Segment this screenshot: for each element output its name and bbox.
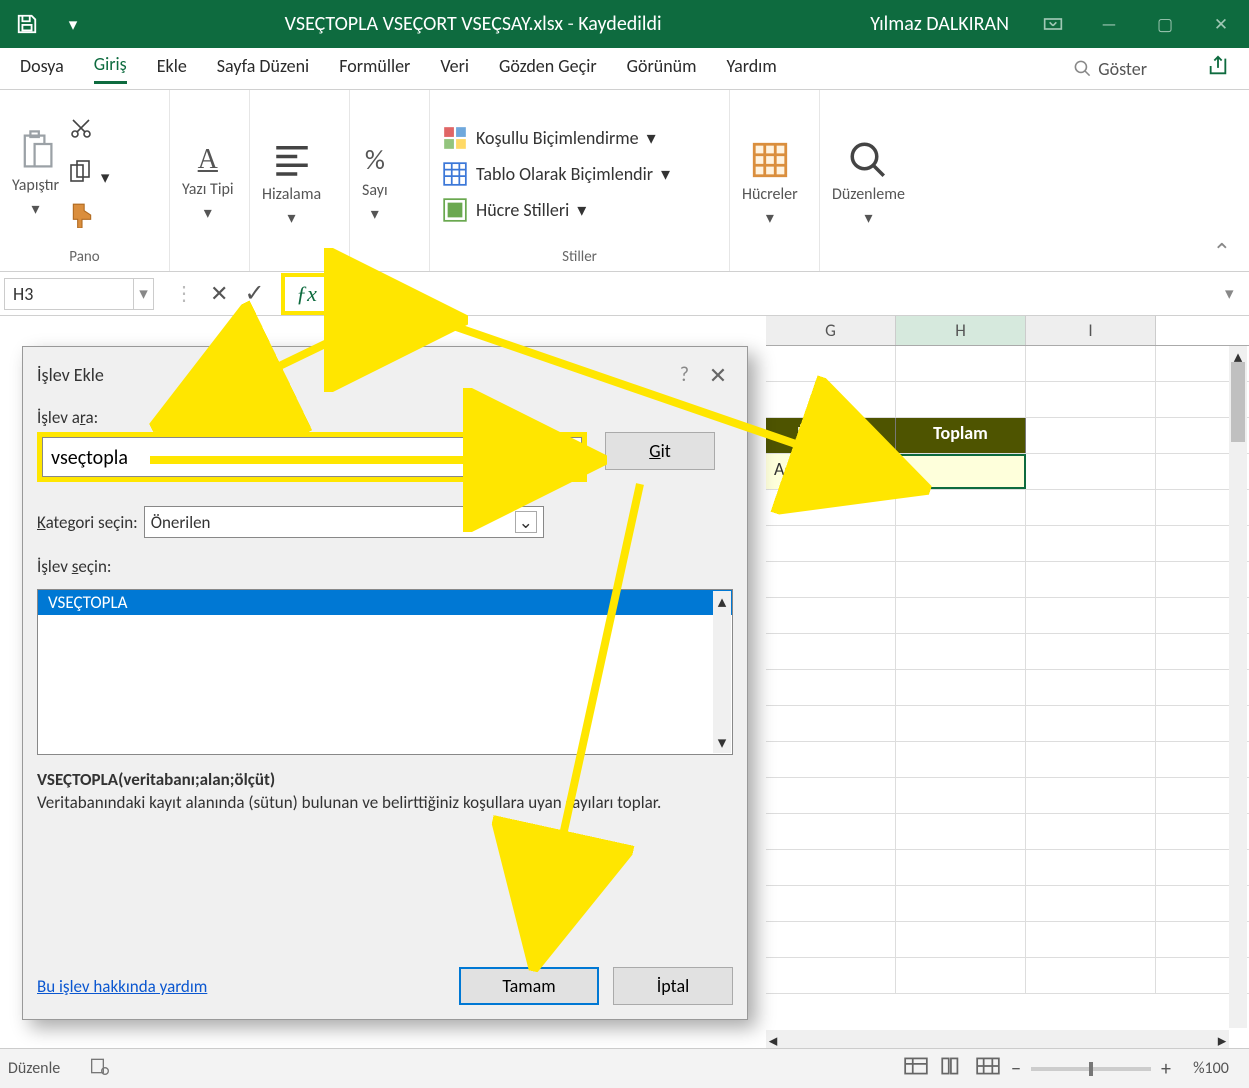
macro-record-icon[interactable] [90,1056,110,1081]
accept-formula-icon[interactable]: ✓ [244,279,264,308]
col-header-g[interactable]: G [766,316,896,345]
cell-h4-active[interactable]: = [896,454,1026,489]
font-group-button[interactable]: A Yazı Tipi ▾ [182,144,234,223]
function-list[interactable]: VSEÇTOPLA ▴▾ [37,589,733,755]
search-label: İşlev ara: [37,407,733,428]
window-buttons: — ▢ ✕ [1025,0,1249,48]
status-mode: Düzenle [8,1059,60,1078]
cancel-button[interactable]: İptal [613,967,733,1005]
formula-bar: H3 ▾ ⋮ ✕ ✓ ƒx ▾ [0,272,1249,316]
table-header-urun[interactable]: Ürün Adı [766,418,896,453]
name-box[interactable]: H3 [4,278,134,310]
chevron-down-icon: ▾ [32,199,40,219]
zoom-label[interactable]: %100 [1181,1059,1241,1078]
save-icon[interactable] [8,6,46,42]
tab-sayfa-duzeni[interactable]: Sayfa Düzeni [217,55,309,83]
chevron-down-icon: ▾ [288,208,296,228]
name-box-dropdown-icon[interactable]: ▾ [134,278,154,310]
category-label: Kategori seçin: [37,512,138,533]
function-description: Veritabanındaki kayıt alanında (sütun) b… [37,792,697,815]
copy-icon[interactable]: ▾ [69,159,109,188]
col-header-i[interactable]: I [1026,316,1156,345]
col-header-h[interactable]: H [896,316,1026,345]
zoom-in-icon[interactable]: + [1161,1057,1171,1081]
view-normal-icon[interactable] [903,1056,929,1081]
tab-dosya[interactable]: Dosya [20,55,64,83]
cell-styles-button[interactable]: Hücre Stilleri ▾ [442,197,670,223]
minimize-icon[interactable]: — [1081,0,1137,48]
zoom-out-icon[interactable]: − [1011,1057,1021,1081]
tab-gozden-gecir[interactable]: Gözden Geçir [499,55,597,83]
tab-ekle[interactable]: Ekle [157,55,187,83]
status-bar: Düzenle − + %100 [0,1048,1249,1088]
go-button[interactable]: Git [605,432,715,470]
tab-veri[interactable]: Veri [440,55,469,83]
horizontal-scrollbar[interactable]: ◂▸ [766,1030,1229,1048]
table-header-toplam[interactable]: Toplam [896,418,1026,453]
tab-gorunum[interactable]: Görünüm [627,55,697,83]
category-select[interactable]: Önerilen ⌄ [144,506,544,538]
cut-icon[interactable] [69,116,109,145]
func-list-label: İşlev seçin: [37,556,733,577]
qat-dropdown-icon[interactable]: ▾ [54,6,92,42]
number-group-button[interactable]: % Sayı ▾ [362,142,388,224]
title-center: VSEÇTOPLA VSEÇORT VSEÇSAY.xlsx - Kaydedi… [92,12,854,36]
cancel-formula-icon[interactable]: ✕ [210,280,228,307]
group-pano-label: Pano [12,248,157,269]
tab-yardim[interactable]: Yardım [726,55,776,83]
tab-formuller[interactable]: Formüller [339,55,410,83]
user-name[interactable]: Yılmaz DALKIRAN [854,12,1025,36]
conditional-formatting-button[interactable]: Koşullu Biçimlendirme ▾ [442,125,670,151]
tell-me-label: Göster [1098,58,1147,80]
function-signature: VSEÇTOPLA(veritabanı;alan;ölçüt) [37,769,733,792]
view-page-break-icon[interactable] [975,1056,1001,1081]
chevron-down-icon: ▾ [864,208,872,228]
dialog-close-icon[interactable]: ✕ [703,362,733,389]
vertical-scrollbar[interactable]: ▴ [1229,346,1247,1028]
saved-status: Kaydedildi [578,12,661,36]
ok-button[interactable]: Tamam [459,967,599,1005]
insert-function-button[interactable]: ƒx [281,273,333,315]
ribbon-options-icon[interactable] [1025,0,1081,48]
chevron-down-icon: ▾ [204,203,212,223]
zoom-slider[interactable] [1031,1067,1151,1071]
group-stiller-label: Stiller [442,248,717,269]
ribbon-body: Yapıştır ▾ ▾ Pano A Yazı Tipi ▾ H [0,90,1249,272]
collapse-ribbon-icon[interactable]: ⌃ [1195,232,1249,271]
list-scrollbar[interactable]: ▴▾ [713,591,731,753]
chevron-down-icon: ▾ [766,208,774,228]
ribbon-tabs: Dosya Giriş Ekle Sayfa Düzeni Formüller … [0,48,1249,90]
title-bar: ▾ VSEÇTOPLA VSEÇORT VSEÇSAY.xlsx - Kayde… [0,0,1249,48]
editing-group-button[interactable]: Düzenleme ▾ [832,139,905,228]
close-icon[interactable]: ✕ [1193,0,1249,48]
dialog-title: İşlev Ekle [37,364,680,386]
insert-function-dialog: İşlev Ekle ? ✕ İşlev ara: Git Kategori s… [22,346,748,1020]
format-painter-icon[interactable] [69,202,109,233]
maximize-icon[interactable]: ▢ [1137,0,1193,48]
dialog-help-icon[interactable]: ? [680,363,689,387]
chevron-down-icon: ▾ [371,204,379,224]
format-as-table-button[interactable]: Tablo Olarak Biçimlendir ▾ [442,161,670,187]
cell-g4[interactable]: Açelya [766,454,896,489]
tell-me[interactable]: Göster [1073,58,1147,80]
view-page-layout-icon[interactable] [939,1056,965,1081]
formula-input[interactable] [349,278,1225,310]
document-title: VSEÇTOPLA VSEÇORT VSEÇSAY.xlsx [285,12,563,36]
function-item-vsectopla[interactable]: VSEÇTOPLA [38,590,732,615]
function-search-input[interactable] [42,437,582,477]
function-help-link[interactable]: Bu işlev hakkında yardım [37,976,207,997]
formula-bar-expand-icon[interactable]: ▾ [1225,283,1245,304]
tab-giris[interactable]: Giriş [94,53,127,84]
paste-button[interactable]: Yapıştır ▾ [12,130,59,219]
share-icon[interactable] [1207,55,1229,82]
search-icon [1073,59,1092,78]
qat: ▾ [0,6,92,42]
alignment-group-button[interactable]: Hizalama ▾ [262,139,321,228]
cells-group-button[interactable]: Hücreler ▾ [742,139,798,228]
chevron-down-icon: ⌄ [515,511,537,533]
